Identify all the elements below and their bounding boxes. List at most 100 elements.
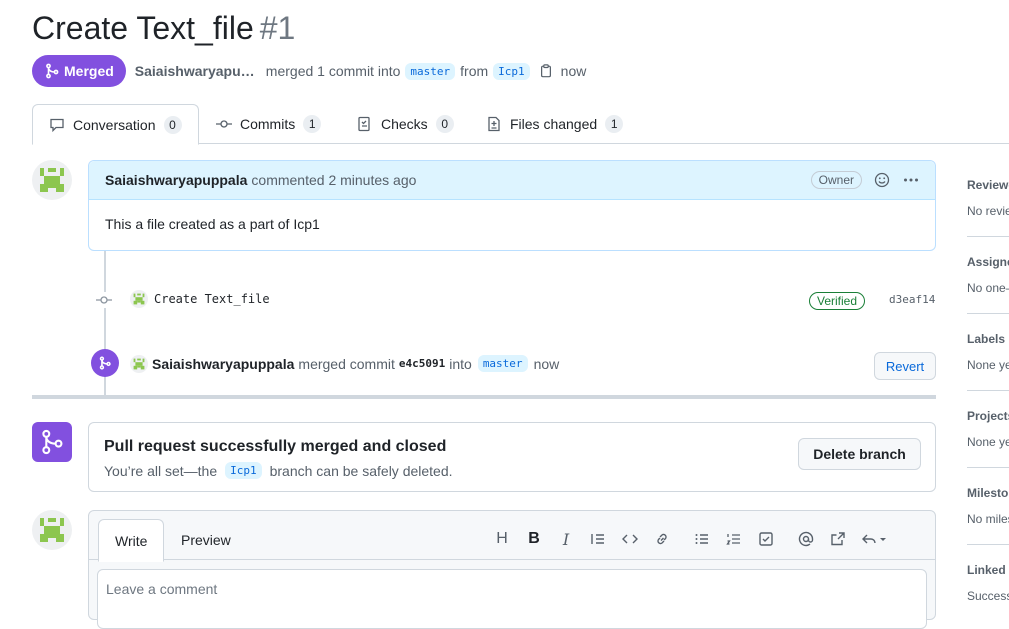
saved-replies-icon[interactable] bbox=[854, 527, 894, 551]
tab-commits-count: 1 bbox=[303, 115, 322, 133]
sidebar-projects-value: None yet bbox=[967, 435, 1009, 449]
delete-branch-button[interactable]: Delete branch bbox=[798, 438, 921, 470]
merge-commit-sha-link[interactable]: e4c5091 bbox=[399, 357, 445, 370]
checklist-icon bbox=[358, 116, 370, 132]
tab-checks[interactable]: Checks 0 bbox=[357, 104, 454, 144]
code-icon[interactable] bbox=[614, 527, 646, 551]
cross-reference-icon[interactable] bbox=[822, 527, 854, 551]
sidebar-linked-issues-value: Successfully bbox=[967, 589, 1009, 603]
tab-preview[interactable]: Preview bbox=[165, 519, 247, 561]
merge-status-desc-start: You’re all set—the bbox=[104, 462, 218, 479]
head-branch-label[interactable]: Icp1 bbox=[493, 62, 530, 80]
tab-files-changed[interactable]: Files changed 1 bbox=[486, 104, 624, 144]
pr-status-action: merged 1 commit into bbox=[265, 63, 401, 79]
task-list-icon[interactable] bbox=[750, 527, 782, 551]
tab-files-changed-label: Files changed bbox=[510, 116, 598, 132]
tab-conversation-label: Conversation bbox=[73, 116, 156, 133]
tab-commits-label: Commits bbox=[240, 116, 296, 132]
sidebar-divider bbox=[967, 467, 1009, 468]
link-icon[interactable] bbox=[646, 527, 678, 551]
sidebar-reviewers-value: No reviewers bbox=[967, 204, 1009, 218]
owner-badge: Owner bbox=[810, 171, 862, 189]
sidebar-linked-issues[interactable]: Linked issues Successfully bbox=[967, 563, 1009, 603]
tab-commits[interactable]: Commits 1 bbox=[216, 104, 322, 144]
merge-event-text: Saiaishwaryapuppala merged commit e4c509… bbox=[152, 355, 559, 372]
tab-files-changed-count: 1 bbox=[605, 115, 624, 133]
sidebar-labels-value: None yet bbox=[967, 358, 1009, 372]
sidebar-divider bbox=[967, 313, 1009, 314]
comment-icon bbox=[50, 118, 64, 132]
pr-status-time: now bbox=[560, 63, 587, 79]
italic-icon[interactable]: I bbox=[550, 527, 582, 551]
merge-target-branch[interactable]: master bbox=[477, 355, 528, 372]
comment-editor: Write Preview H B I Leave a comment bbox=[88, 510, 936, 629]
merge-event-action: merged commit bbox=[298, 355, 395, 372]
sidebar-projects-heading: Projects bbox=[967, 409, 1009, 423]
heading-icon[interactable]: H bbox=[486, 527, 518, 551]
merge-author-link[interactable]: Saiaishwaryapuppala bbox=[152, 356, 294, 372]
pr-tabs: Conversation 0 Commits 1 Checks 0 Files … bbox=[32, 104, 1009, 145]
sidebar-labels-heading: Labels bbox=[967, 332, 1006, 346]
merged-status-icon bbox=[32, 422, 72, 462]
pr-comment: Saiaishwaryapuppala commented 2 minutes … bbox=[88, 160, 936, 251]
tab-checks-label: Checks bbox=[381, 116, 428, 132]
tab-write[interactable]: Write bbox=[98, 519, 165, 562]
merge-event-icon bbox=[91, 349, 119, 377]
base-branch-label[interactable]: master bbox=[405, 62, 456, 80]
commit-icon bbox=[216, 120, 232, 128]
unordered-list-icon[interactable] bbox=[686, 527, 718, 551]
pr-status-row: Merged Saiaishwaryapup... merged 1 commi… bbox=[32, 55, 586, 87]
sidebar-assignees-value: No one— bbox=[967, 281, 1009, 295]
tab-checks-count: 0 bbox=[435, 115, 454, 133]
commit-author-avatar[interactable] bbox=[130, 290, 148, 308]
merged-badge: Merged bbox=[32, 55, 126, 87]
revert-button[interactable]: Revert bbox=[874, 352, 936, 380]
tab-conversation-count: 0 bbox=[163, 115, 182, 134]
comment-textarea[interactable]: Leave a comment bbox=[97, 569, 927, 629]
sidebar-divider bbox=[967, 236, 1009, 237]
tab-conversation[interactable]: Conversation 0 bbox=[32, 104, 199, 145]
copy-icon[interactable] bbox=[539, 64, 553, 78]
sidebar-linked-issues-heading: Linked issues bbox=[967, 563, 1009, 577]
merge-status-box: Pull request successfully merged and clo… bbox=[88, 422, 936, 492]
comment-header: Saiaishwaryapuppala commented 2 minutes … bbox=[89, 161, 935, 200]
avatar[interactable] bbox=[32, 160, 72, 200]
sidebar-reviewers[interactable]: Reviewers No reviewers bbox=[967, 178, 1009, 218]
verified-badge[interactable]: Verified bbox=[809, 292, 866, 310]
merge-icon bbox=[46, 63, 59, 79]
pr-status-from: from bbox=[460, 63, 489, 79]
sidebar-projects[interactable]: Projects None yet bbox=[967, 409, 1009, 449]
sidebar-assignees[interactable]: Assignees No one— bbox=[967, 255, 1009, 295]
merge-status-title: Pull request successfully merged and clo… bbox=[104, 438, 447, 455]
file-diff-icon bbox=[488, 116, 500, 132]
sidebar-labels[interactable]: Labels None yet bbox=[967, 332, 1009, 372]
merge-event-time[interactable]: now bbox=[534, 356, 560, 372]
smiley-icon[interactable] bbox=[874, 172, 890, 188]
sidebar-milestone[interactable]: Milestone No milestone bbox=[967, 486, 1009, 526]
markdown-toolbar: H B I bbox=[486, 527, 894, 551]
merge-status-desc: You’re all set—the Icp1 branch can be sa… bbox=[104, 462, 453, 479]
commit-message-link[interactable]: Create Text_file bbox=[154, 292, 270, 306]
sidebar-milestone-heading: Milestone bbox=[967, 486, 1009, 500]
mention-icon[interactable] bbox=[790, 527, 822, 551]
ordered-list-icon[interactable] bbox=[718, 527, 750, 551]
quote-icon[interactable] bbox=[582, 527, 614, 551]
sidebar-assignees-heading: Assignees bbox=[967, 255, 1009, 269]
pr-author-link[interactable]: Saiaishwaryapup... bbox=[135, 63, 257, 79]
bold-icon[interactable]: B bbox=[518, 527, 550, 551]
sidebar-divider bbox=[967, 390, 1009, 391]
timeline-divider bbox=[32, 395, 936, 399]
comment-meta[interactable]: commented 2 minutes ago bbox=[251, 172, 416, 188]
comment-body: This a file created as a part of Icp1 bbox=[105, 216, 320, 232]
pr-title: Create Text_file bbox=[32, 10, 254, 46]
current-user-avatar[interactable] bbox=[32, 510, 72, 550]
deletable-branch[interactable]: Icp1 bbox=[225, 462, 262, 479]
merge-status-desc-end: branch can be safely deleted. bbox=[269, 462, 453, 479]
commit-sha-link[interactable]: d3eaf14 bbox=[889, 293, 935, 306]
page-title: Create Text_file #1 bbox=[32, 8, 295, 48]
merger-avatar[interactable] bbox=[130, 355, 148, 373]
sidebar-milestone-value: No milestone bbox=[967, 512, 1009, 526]
comment-author-link[interactable]: Saiaishwaryapuppala bbox=[105, 172, 247, 188]
sidebar-reviewers-heading: Reviewers bbox=[967, 178, 1009, 192]
kebab-icon[interactable] bbox=[903, 172, 919, 188]
